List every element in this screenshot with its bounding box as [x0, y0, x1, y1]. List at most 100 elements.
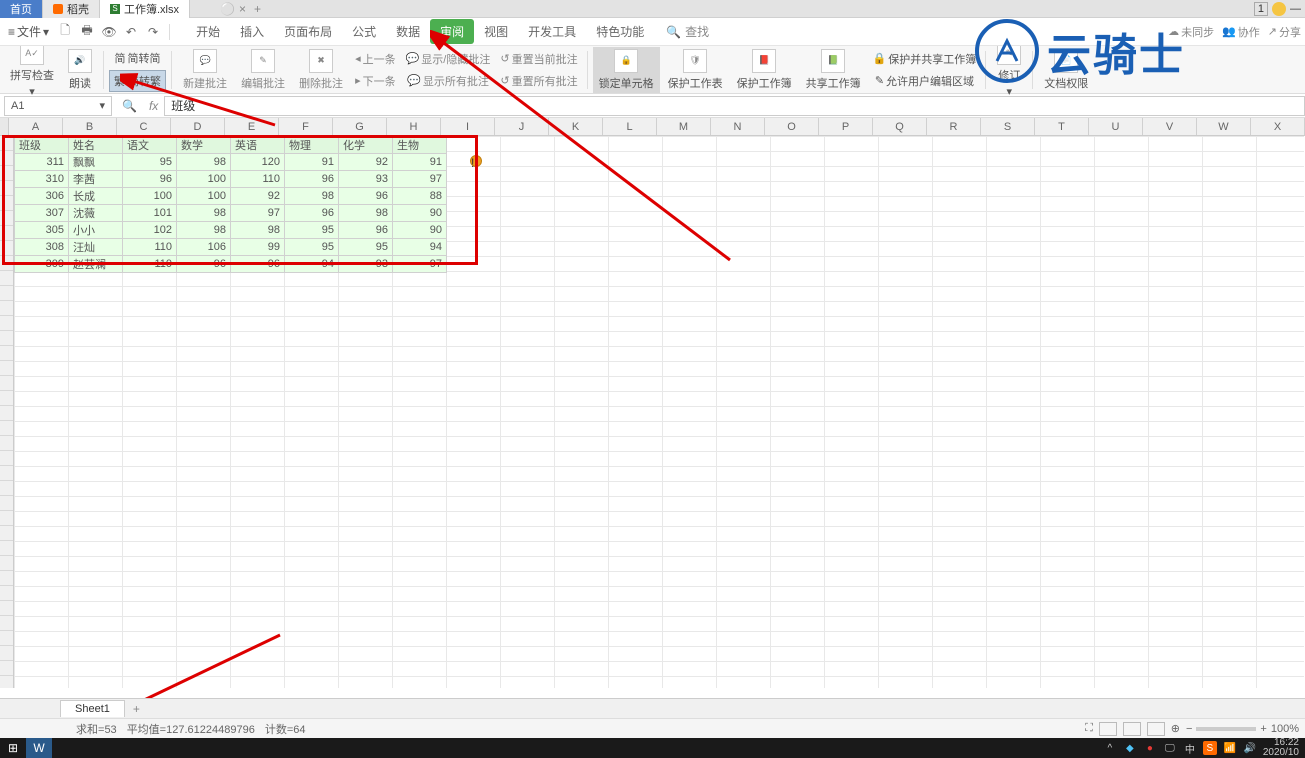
formula-input[interactable]: 班级: [164, 96, 1305, 116]
showhide-comment-button[interactable]: 💬 显示/隐藏批注: [402, 49, 495, 69]
sheet-add-button[interactable]: +: [125, 700, 148, 718]
col-header-A[interactable]: A: [9, 118, 63, 135]
header-cell[interactable]: 化学: [339, 137, 393, 154]
cells-area[interactable]: 班级姓名语文数学英语物理化学生物311飘飘9598120919291310李茜9…: [14, 136, 1304, 688]
qat-print[interactable]: 🖶: [77, 22, 97, 42]
menu-tab-insert[interactable]: 插入: [230, 19, 274, 44]
data-cell[interactable]: 汪灿: [69, 239, 123, 256]
tab-home[interactable]: 首页: [0, 0, 43, 18]
data-cell[interactable]: 100: [177, 188, 231, 205]
col-header-P[interactable]: P: [819, 118, 873, 135]
data-cell[interactable]: 98: [177, 205, 231, 222]
data-cell[interactable]: 100: [177, 171, 231, 188]
tab-workbook[interactable]: S 工作簿.xlsx: [100, 0, 190, 18]
col-header-X[interactable]: X: [1251, 118, 1305, 135]
data-cell[interactable]: 310: [15, 171, 69, 188]
header-cell[interactable]: 物理: [285, 137, 339, 154]
qat-redo[interactable]: ↷: [143, 22, 163, 42]
delcomment-button[interactable]: ✖删除批注: [293, 47, 349, 93]
protectshare-button[interactable]: 🔒 保护并共享工作簿: [869, 49, 981, 69]
zoom-in-icon[interactable]: +: [1260, 723, 1266, 735]
qat-new[interactable]: 🗋: [55, 22, 75, 42]
tab-options-icon[interactable]: ⚪: [220, 2, 235, 16]
data-cell[interactable]: 96: [339, 222, 393, 239]
col-header-F[interactable]: F: [279, 118, 333, 135]
data-cell[interactable]: 97: [393, 171, 447, 188]
data-cell[interactable]: 100: [123, 188, 177, 205]
tray-sogou-icon[interactable]: S: [1203, 741, 1217, 755]
menu-tab-formula[interactable]: 公式: [342, 19, 386, 44]
fullscreen-icon[interactable]: ⛶: [1085, 722, 1093, 735]
data-cell[interactable]: 小小: [69, 222, 123, 239]
data-cell[interactable]: 92: [231, 188, 285, 205]
data-cell[interactable]: 98: [177, 222, 231, 239]
data-cell[interactable]: 赵芸澜: [69, 256, 123, 273]
col-header-T[interactable]: T: [1035, 118, 1089, 135]
col-header-V[interactable]: V: [1143, 118, 1197, 135]
qat-preview[interactable]: 👁: [99, 22, 119, 42]
header-cell[interactable]: 英语: [231, 137, 285, 154]
data-cell[interactable]: 97: [393, 256, 447, 273]
col-header-K[interactable]: K: [549, 118, 603, 135]
col-header-Q[interactable]: Q: [873, 118, 927, 135]
data-cell[interactable]: 110: [123, 239, 177, 256]
header-cell[interactable]: 姓名: [69, 137, 123, 154]
col-header-W[interactable]: W: [1197, 118, 1251, 135]
data-cell[interactable]: 90: [393, 205, 447, 222]
protectsheet-button[interactable]: 🛡保护工作表: [662, 47, 729, 93]
data-cell[interactable]: 311: [15, 154, 69, 171]
menu-tab-data[interactable]: 数据: [386, 19, 430, 44]
tray-net-icon[interactable]: 📶: [1223, 741, 1237, 755]
next-comment-button[interactable]: ▸ 下一条: [351, 71, 400, 91]
zoom-level[interactable]: 100%: [1271, 723, 1299, 735]
menu-tab-special[interactable]: 特色功能: [586, 19, 654, 44]
data-cell[interactable]: 91: [285, 154, 339, 171]
fx-button[interactable]: fx: [143, 99, 164, 113]
col-header-D[interactable]: D: [171, 118, 225, 135]
start-button[interactable]: ⊞: [0, 738, 26, 758]
data-cell[interactable]: 95: [285, 239, 339, 256]
header-cell[interactable]: 数学: [177, 137, 231, 154]
data-cell[interactable]: 96: [177, 256, 231, 273]
tab-add[interactable]: +: [246, 2, 269, 16]
col-header-U[interactable]: U: [1089, 118, 1143, 135]
data-cell[interactable]: 97: [231, 205, 285, 222]
data-cell[interactable]: 95: [339, 239, 393, 256]
select-all-corner[interactable]: [0, 118, 9, 135]
user-avatar-icon[interactable]: [1272, 2, 1286, 16]
header-cell[interactable]: 生物: [393, 137, 447, 154]
data-cell[interactable]: 95: [123, 154, 177, 171]
data-cell[interactable]: 长成: [69, 188, 123, 205]
data-cell[interactable]: 110: [123, 256, 177, 273]
data-cell[interactable]: 101: [123, 205, 177, 222]
newcomment-button[interactable]: 💬新建批注: [177, 47, 233, 93]
header-cell[interactable]: 语文: [123, 137, 177, 154]
data-cell[interactable]: 96: [123, 171, 177, 188]
data-cell[interactable]: 98: [285, 188, 339, 205]
data-cell[interactable]: 110: [231, 171, 285, 188]
data-cell[interactable]: 96: [285, 171, 339, 188]
data-cell[interactable]: 96: [285, 205, 339, 222]
read-button[interactable]: 🔊朗读: [62, 47, 98, 93]
data-cell[interactable]: 120: [231, 154, 285, 171]
protectbook-button[interactable]: 📕保护工作簿: [731, 47, 798, 93]
data-cell[interactable]: 305: [15, 222, 69, 239]
target-icon[interactable]: ⊕: [1171, 722, 1180, 735]
resetall-button[interactable]: ↺ 重置所有批注: [496, 71, 581, 91]
data-cell[interactable]: 91: [393, 154, 447, 171]
zoom-out-icon[interactable]: −: [1186, 723, 1192, 735]
data-cell[interactable]: 102: [123, 222, 177, 239]
col-header-H[interactable]: H: [387, 118, 441, 135]
data-cell[interactable]: 92: [339, 154, 393, 171]
col-header-B[interactable]: B: [63, 118, 117, 135]
name-box[interactable]: A1▾: [4, 96, 112, 116]
col-header-G[interactable]: G: [333, 118, 387, 135]
tray-up-icon[interactable]: ^: [1103, 741, 1117, 755]
data-cell[interactable]: 307: [15, 205, 69, 222]
tray-cube-icon[interactable]: ◆: [1123, 741, 1137, 755]
box-indicator[interactable]: 1: [1254, 2, 1268, 16]
col-header-L[interactable]: L: [603, 118, 657, 135]
data-cell[interactable]: 98: [339, 205, 393, 222]
sheet-tab-1[interactable]: Sheet1: [60, 700, 125, 717]
menu-tab-view[interactable]: 视图: [474, 19, 518, 44]
